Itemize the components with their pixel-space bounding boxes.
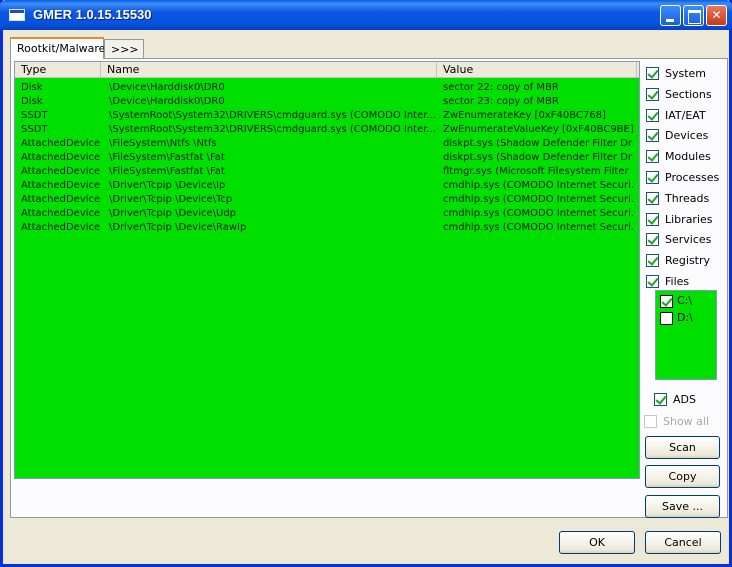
cell-value: diskpt.sys (Shadow Defender Filter Dri..… (443, 152, 633, 163)
option-label: Modules (665, 150, 711, 164)
cell-value: cmdhlp.sys (COMODO Internet Securi... (443, 194, 633, 205)
window-title: GMER 1.0.15.15530 (33, 7, 152, 22)
tab-rootkit-malware[interactable]: Rootkit/Malware (10, 37, 105, 59)
table-row[interactable]: SSDT \SystemRoot\System32\DRIVERS\cmdguar… (15, 123, 639, 137)
checkbox-box (646, 129, 659, 143)
ok-button[interactable]: OK (559, 531, 635, 554)
cell-name: \FileSystem\Ntfs \Ntfs (109, 138, 217, 149)
cell-name: \Driver\Tcpip \Device\Ip (109, 180, 226, 191)
cell-value: fltmgr.sys (Microsoft Filesystem Filter … (443, 166, 633, 177)
checkbox-box (660, 295, 673, 308)
show-all-label: Show all (663, 415, 710, 428)
table-row[interactable]: AttachedDevice \FileSystem\Ntfs \Ntfs disk… (15, 137, 639, 151)
column-header-name[interactable]: Name (101, 62, 437, 78)
checkbox-box (646, 191, 659, 205)
title-bar[interactable]: GMER 1.0.15.15530 ✕ (0, 0, 732, 30)
cell-name: \SystemRoot\System32\DRIVERS\cmdguard.sy… (109, 110, 436, 121)
cell-value: ZwEnumerateValueKey [0xF40BC9BE] (443, 124, 633, 135)
option-label: Libraries (665, 212, 713, 226)
option-label: IAT/EAT (665, 108, 706, 122)
option-label: Threads (665, 191, 710, 205)
table-row[interactable]: AttachedDevice \FileSystem\Fastfat \Fat fl… (15, 165, 639, 179)
cell-type: SSDT (21, 110, 48, 121)
cell-value: sector 22: copy of MBR (443, 82, 559, 93)
table-row[interactable]: AttachedDevice \Driver\Tcpip \Device\Udp c… (15, 207, 639, 221)
cell-value: cmdhlp.sys (COMODO Internet Securi... (443, 208, 633, 219)
cell-type: AttachedDevice (21, 180, 101, 191)
checkbox-box (660, 312, 673, 325)
table-row[interactable]: Disk \Device\Harddisk0\DR0 sector 22: copy… (15, 81, 639, 95)
close-button[interactable]: ✕ (706, 5, 727, 26)
checkbox-box (654, 393, 667, 406)
cell-name: \Device\Harddisk0\DR0 (109, 82, 225, 93)
cell-value: cmdhlp.sys (COMODO Internet Securi... (443, 222, 633, 233)
cell-name: \Device\Harddisk0\DR0 (109, 96, 225, 107)
copy-button[interactable]: Copy (645, 465, 720, 488)
cell-name: \FileSystem\Fastfat \Fat (109, 152, 225, 163)
drives-list[interactable]: C:\ D:\ (655, 290, 717, 380)
checkbox-box (646, 87, 659, 101)
checkbox-box (646, 67, 659, 80)
checkbox-box (646, 233, 659, 247)
option-label: System (665, 67, 707, 80)
cell-type: Disk (21, 82, 43, 93)
cell-type: AttachedDevice (21, 194, 101, 205)
tab-more[interactable]: >>> (104, 39, 144, 58)
cell-type: AttachedDevice (21, 222, 101, 233)
table-row[interactable]: AttachedDevice \Driver\Tcpip \Device\Tcp c… (15, 193, 639, 207)
ads-label: ADS (673, 393, 696, 406)
checkbox-box (646, 171, 659, 184)
option-label: Processes (665, 171, 720, 184)
checkbox-box (646, 108, 659, 122)
cell-name: \Driver\Tcpip \Device\Tcp (109, 194, 233, 205)
save-button[interactable]: Save ... (645, 495, 720, 518)
cell-value: ZwEnumerateKey [0xF40BC768] (443, 110, 606, 121)
app-window-icon (9, 9, 25, 21)
drive-label: C:\ (677, 294, 693, 307)
option-label: Services (665, 233, 712, 247)
cell-type: AttachedDevice (21, 208, 101, 219)
option-label: Files (665, 275, 690, 288)
column-header-type[interactable]: Type (15, 62, 101, 78)
table-row[interactable]: AttachedDevice \Driver\Tcpip \Device\Ip cm… (15, 179, 639, 193)
table-row[interactable]: AttachedDevice \Driver\Tcpip \Device\RawI… (15, 221, 639, 235)
column-header-value[interactable]: Value (437, 62, 637, 78)
cell-type: SSDT (21, 124, 48, 135)
cell-type: AttachedDevice (21, 138, 101, 149)
cell-name: \FileSystem\Fastfat \Fat (109, 166, 225, 177)
cell-name: \Driver\Tcpip \Device\Udp (109, 208, 237, 219)
results-list[interactable]: Type Name Value Disk \Device\Harddisk0\DR… (14, 61, 640, 479)
checkbox-box (646, 275, 659, 288)
gmer-window: GMER 1.0.15.15530 ✕ Rootkit/Malware >>> … (0, 0, 732, 567)
cell-type: AttachedDevice (21, 166, 101, 177)
cell-type: Disk (21, 96, 43, 107)
cell-name: \Driver\Tcpip \Device\RawIp (109, 222, 247, 233)
table-row[interactable]: SSDT \SystemRoot\System32\DRIVERS\cmdguar… (15, 109, 639, 123)
cell-type: AttachedDevice (21, 152, 101, 163)
cell-name: \SystemRoot\System32\DRIVERS\cmdguard.sy… (109, 124, 436, 135)
checkbox-box (644, 415, 657, 428)
cancel-button[interactable]: Cancel (645, 531, 721, 554)
option-label: Sections (665, 87, 712, 101)
cell-value: cmdhlp.sys (COMODO Internet Securi... (443, 180, 633, 191)
scan-button[interactable]: Scan (645, 436, 720, 459)
checkbox-box (646, 254, 659, 268)
maximize-button[interactable] (683, 5, 704, 26)
cell-value: sector 23: copy of MBR (443, 96, 559, 107)
cell-value: diskpt.sys (Shadow Defender Filter Dri..… (443, 138, 633, 149)
table-row[interactable]: AttachedDevice \FileSystem\Fastfat \Fat di… (15, 151, 639, 165)
list-header: Type Name Value (15, 62, 639, 78)
minimize-button[interactable] (660, 5, 681, 26)
drive-label: D:\ (677, 311, 693, 324)
table-row[interactable]: Disk \Device\Harddisk0\DR0 sector 23: copy… (15, 95, 639, 109)
checkbox-box (646, 212, 659, 226)
option-label: Registry (665, 254, 711, 268)
checkbox-box (646, 150, 659, 164)
option-label: Devices (665, 129, 709, 143)
